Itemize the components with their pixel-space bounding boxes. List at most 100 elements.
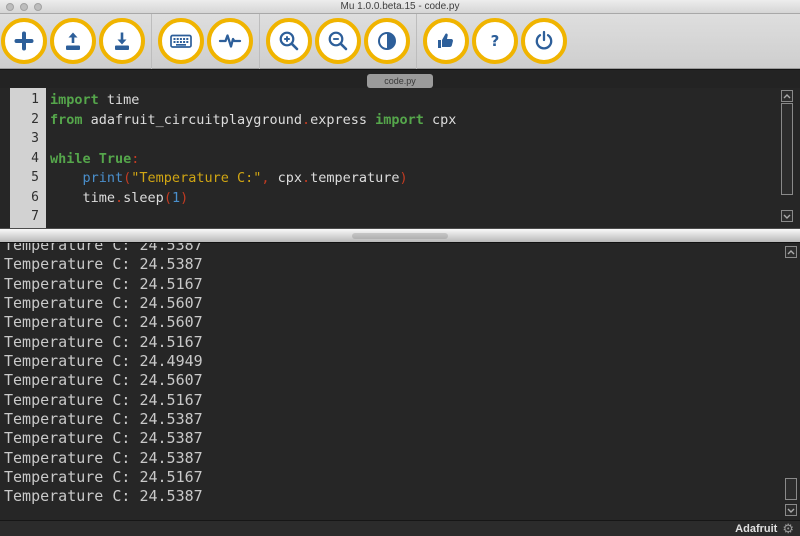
code-line[interactable] <box>50 131 780 151</box>
code-line[interactable]: while True: <box>50 151 780 171</box>
toolbar-group: ? <box>423 18 567 64</box>
code-line[interactable]: import time <box>50 92 780 112</box>
editor-scroll-down-button[interactable] <box>781 210 793 222</box>
code-area[interactable]: import timefrom adafruit_circuitplaygrou… <box>50 92 780 228</box>
code-token: from <box>50 112 83 128</box>
code-token: "Temperature C:" <box>131 170 261 186</box>
toolbar: ? <box>0 14 800 69</box>
code-token: print <box>83 170 124 186</box>
console-line: Temperature C: 24.5167 <box>4 391 800 410</box>
console-line: Temperature C: 24.5167 <box>4 333 800 352</box>
load-button[interactable] <box>50 18 96 64</box>
pulse-icon <box>217 29 243 53</box>
code-token: : <box>131 151 139 167</box>
toolbar-group <box>1 18 145 64</box>
status-bar: Adafruit ⚙ <box>0 520 800 536</box>
code-line[interactable] <box>50 209 780 228</box>
chevron-down-icon <box>787 508 795 513</box>
code-token <box>91 151 99 167</box>
chevron-up-icon <box>787 250 795 255</box>
save-button[interactable] <box>99 18 145 64</box>
plus-icon <box>12 29 36 53</box>
console-line: Temperature C: 24.5607 <box>4 371 800 390</box>
keyboard-icon <box>168 29 194 53</box>
pane-splitter[interactable] <box>0 228 800 243</box>
toolbar-separator <box>259 14 260 69</box>
code-line[interactable]: print("Temperature C:", cpx.temperature) <box>50 170 780 190</box>
console-scroll-down-button[interactable] <box>785 504 797 516</box>
console-line: Temperature C: 24.5387 <box>4 487 800 506</box>
code-token: temperature <box>310 170 399 186</box>
mu-editor-window: Mu 1.0.0.beta.15 - code.py ? code.py 123… <box>0 0 800 536</box>
console-scrollbar-thumb[interactable] <box>785 478 797 500</box>
check-button[interactable] <box>423 18 469 64</box>
code-token: sleep <box>123 190 164 206</box>
window-title: Mu 1.0.0.beta.15 - code.py <box>0 1 800 12</box>
chevron-down-icon <box>783 214 791 219</box>
tab-bar: code.py <box>0 69 800 88</box>
console-line: Temperature C: 24.5607 <box>4 294 800 313</box>
console-line: Temperature C: 24.5387 <box>4 429 800 448</box>
console-scroll-up-button[interactable] <box>785 246 797 258</box>
code-token: express <box>310 112 375 128</box>
console-line: Temperature C: 24.5387 <box>4 243 800 255</box>
help-button[interactable]: ? <box>472 18 518 64</box>
toolbar-separator <box>151 14 152 69</box>
code-token: while <box>50 151 91 167</box>
code-token: ) <box>180 190 188 206</box>
line-number: 2 <box>10 112 46 132</box>
console-line: Temperature C: 24.4949 <box>4 352 800 371</box>
quit-button[interactable] <box>521 18 567 64</box>
line-number: 6 <box>10 190 46 210</box>
upload-icon <box>61 29 85 53</box>
contrast-icon <box>375 29 399 53</box>
code-token <box>50 170 83 186</box>
code-line[interactable]: time.sleep(1) <box>50 190 780 210</box>
splitter-handle <box>352 233 448 239</box>
console-line: Temperature C: 24.5387 <box>4 410 800 429</box>
line-number: 1 <box>10 92 46 112</box>
editor-scrollbar-thumb[interactable] <box>781 103 793 195</box>
serial-console[interactable]: Temperature C: 24.5387Temperature C: 24.… <box>0 243 800 520</box>
line-number: 5 <box>10 170 46 190</box>
code-token: cpx <box>269 170 302 186</box>
device-mode-label: Adafruit <box>735 523 777 535</box>
editor-scroll-up-button[interactable] <box>781 90 793 102</box>
line-number: 4 <box>10 151 46 171</box>
repl-button[interactable] <box>158 18 204 64</box>
svg-text:?: ? <box>491 32 500 50</box>
code-token: 1 <box>172 190 180 206</box>
zoom-out-button[interactable] <box>315 18 361 64</box>
code-token: . <box>302 170 310 186</box>
console-line: Temperature C: 24.5607 <box>4 313 800 332</box>
zoom-in-button[interactable] <box>266 18 312 64</box>
titlebar: Mu 1.0.0.beta.15 - code.py <box>0 0 800 14</box>
gear-icon[interactable]: ⚙ <box>782 522 794 536</box>
toolbar-group <box>266 18 410 64</box>
zoom-out-icon <box>326 29 350 53</box>
toolbar-separator <box>416 14 417 69</box>
chevron-up-icon <box>783 94 791 99</box>
console-line: Temperature C: 24.5387 <box>4 449 800 468</box>
code-token: True <box>99 151 132 167</box>
console-line: Temperature C: 24.5387 <box>4 255 800 274</box>
code-token: import <box>375 112 424 128</box>
console-line: Temperature C: 24.5167 <box>4 275 800 294</box>
code-token: time <box>99 92 140 108</box>
console-output: Temperature C: 24.5387Temperature C: 24.… <box>0 243 800 507</box>
code-token: . <box>115 190 123 206</box>
line-number-gutter: 1234567 <box>10 88 46 228</box>
toolbar-group <box>158 18 253 64</box>
code-editor[interactable]: 1234567 import timefrom adafruit_circuit… <box>0 88 800 228</box>
new-button[interactable] <box>1 18 47 64</box>
code-token: . <box>302 112 310 128</box>
serial-button[interactable] <box>207 18 253 64</box>
code-token: time <box>50 190 115 206</box>
code-token: cpx <box>424 112 457 128</box>
code-token: import <box>50 92 99 108</box>
tab-code-py[interactable]: code.py <box>367 74 433 88</box>
code-token: adafruit_circuitplayground <box>83 112 302 128</box>
theme-button[interactable] <box>364 18 410 64</box>
code-line[interactable]: from adafruit_circuitplayground.express … <box>50 112 780 132</box>
question-icon: ? <box>483 29 507 53</box>
